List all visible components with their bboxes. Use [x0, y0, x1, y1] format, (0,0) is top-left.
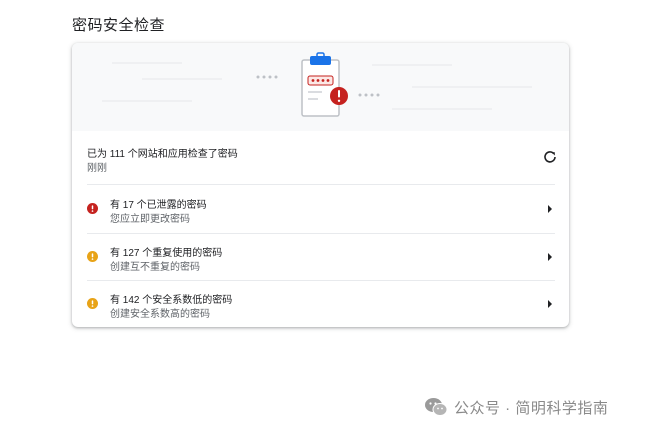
refresh-button[interactable]	[542, 149, 558, 165]
issue-row-weak[interactable]: 有 142 个安全系数低的密码 创建安全系数高的密码	[72, 281, 569, 327]
password-check-card: 已为 111 个网站和应用检查了密码 刚刚 有 17 个已泄露的密码 您应立即更…	[72, 43, 569, 327]
issue-subtitle: 创建互不重复的密码	[110, 262, 200, 273]
divider	[87, 184, 555, 185]
issue-title: 有 17 个已泄露的密码	[110, 200, 207, 211]
check-summary-row: 已为 111 个网站和应用检查了密码 刚刚	[72, 137, 569, 181]
page-title: 密码安全检查	[72, 17, 166, 34]
watermark-text: 公众号 · 简明科学指南	[454, 399, 609, 417]
last-checked-time: 刚刚	[87, 163, 107, 174]
issue-title: 有 127 个重复使用的密码	[110, 248, 223, 259]
chevron-right-icon	[548, 300, 552, 308]
issue-row-compromised[interactable]: 有 17 个已泄露的密码 您应立即更改密码	[72, 186, 569, 232]
watermark: 公众号 · 简明科学指南	[424, 396, 608, 418]
wechat-icon	[425, 398, 448, 416]
chevron-right-icon	[548, 253, 552, 261]
issue-row-reused[interactable]: 有 127 个重复使用的密码 创建互不重复的密码	[72, 234, 569, 280]
check-summary-text: 已为 111 个网站和应用检查了密码	[87, 149, 238, 160]
error-icon	[87, 203, 98, 214]
issue-title: 有 142 个安全系数低的密码	[110, 295, 233, 306]
password-check-illustration	[72, 43, 569, 131]
warning-icon	[87, 251, 98, 262]
refresh-icon	[544, 151, 556, 163]
issue-subtitle: 创建安全系数高的密码	[110, 309, 210, 320]
issue-subtitle: 您应立即更改密码	[110, 214, 190, 225]
warning-icon	[87, 298, 98, 309]
chevron-right-icon	[548, 205, 552, 213]
